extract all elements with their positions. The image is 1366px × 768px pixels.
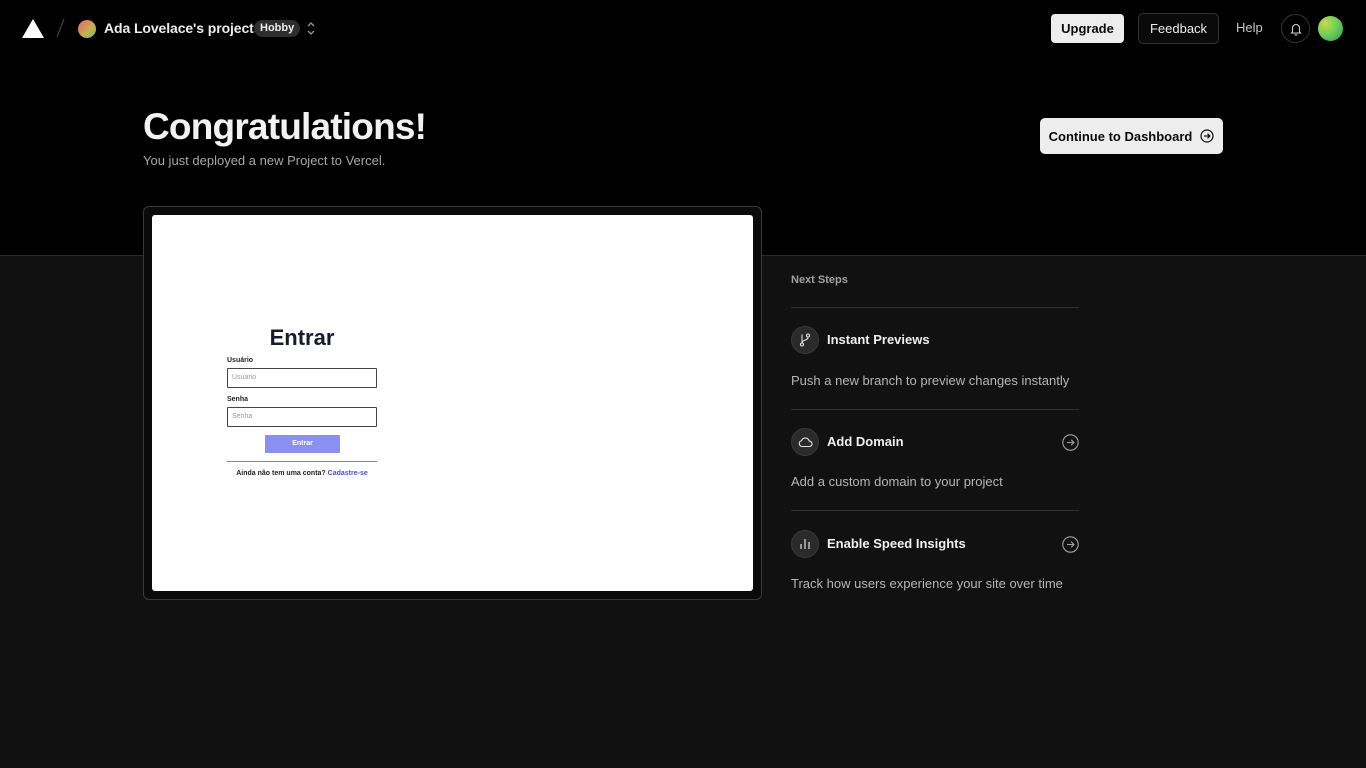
vercel-logo-icon[interactable] — [22, 19, 44, 38]
help-link[interactable]: Help — [1236, 20, 1263, 35]
upgrade-button[interactable]: Upgrade — [1051, 14, 1124, 43]
preview-submit-button: Entrar — [265, 435, 340, 453]
chevron-up-down-icon[interactable] — [305, 20, 317, 37]
continue-to-dashboard-button[interactable]: Continue to Dashboard — [1040, 118, 1223, 154]
team-avatar[interactable] — [78, 20, 96, 38]
next-step-instant-previews[interactable]: Instant Previews Push a new branch to pr… — [791, 326, 1079, 426]
team-name[interactable]: Ada Lovelace's projects — [104, 20, 262, 36]
breadcrumb-separator — [56, 18, 65, 38]
next-step-title: Enable Speed Insights — [827, 536, 966, 551]
page-subtitle: You just deployed a new Project to Verce… — [143, 153, 386, 168]
next-step-description: Add a custom domain to your project — [791, 474, 1003, 489]
preview-username-field: Usuario — [227, 368, 377, 388]
preview-divider — [227, 461, 377, 462]
bar-chart-icon — [791, 530, 819, 558]
preview-password-label: Senha — [227, 396, 249, 403]
cloud-icon — [791, 428, 819, 456]
divider — [791, 409, 1079, 410]
next-steps-heading: Next Steps — [791, 274, 848, 286]
git-branch-icon — [791, 326, 819, 354]
feedback-button[interactable]: Feedback — [1138, 13, 1219, 44]
next-step-description: Track how users experience your site ove… — [791, 576, 1063, 591]
preview-username-label: Usuário — [227, 357, 254, 364]
notifications-button[interactable] — [1281, 14, 1310, 43]
preview-signup-link: Cadastre-se — [327, 470, 368, 477]
next-step-description: Push a new branch to preview changes ins… — [791, 373, 1070, 388]
preview-login-title: Entrar — [269, 325, 335, 350]
deployment-screenshot[interactable]: Entrar Usuário Usuario Senha Senha Entra… — [152, 215, 753, 591]
divider — [791, 510, 1079, 511]
page-title: Congratulations! — [143, 106, 427, 147]
preview-password-field: Senha — [227, 407, 377, 427]
preview-signup-text: Ainda não tem uma conta? — [236, 470, 326, 477]
next-step-title: Add Domain — [827, 434, 904, 449]
arrow-right-circle-icon — [1200, 129, 1214, 143]
next-step-speed-insights[interactable]: Enable Speed Insights Track how users ex… — [791, 530, 1079, 630]
bell-icon — [1289, 23, 1302, 36]
next-step-add-domain[interactable]: Add Domain Add a custom domain to your p… — [791, 428, 1079, 528]
arrow-right-circle-icon[interactable] — [1062, 536, 1079, 553]
continue-to-dashboard-label: Continue to Dashboard — [1048, 128, 1193, 144]
deployment-preview: Entrar Usuário Usuario Senha Senha Entra… — [143, 206, 762, 600]
next-step-title: Instant Previews — [827, 332, 930, 347]
user-avatar[interactable] — [1318, 16, 1343, 41]
plan-badge: Hobby — [254, 20, 301, 37]
divider — [791, 307, 1079, 308]
preview-signup-prompt: Ainda não tem uma conta? Cadastre-se — [227, 470, 377, 477]
arrow-right-circle-icon[interactable] — [1062, 434, 1079, 451]
top-navigation: Ada Lovelace's projects Hobby Upgrade Fe… — [0, 0, 1366, 58]
